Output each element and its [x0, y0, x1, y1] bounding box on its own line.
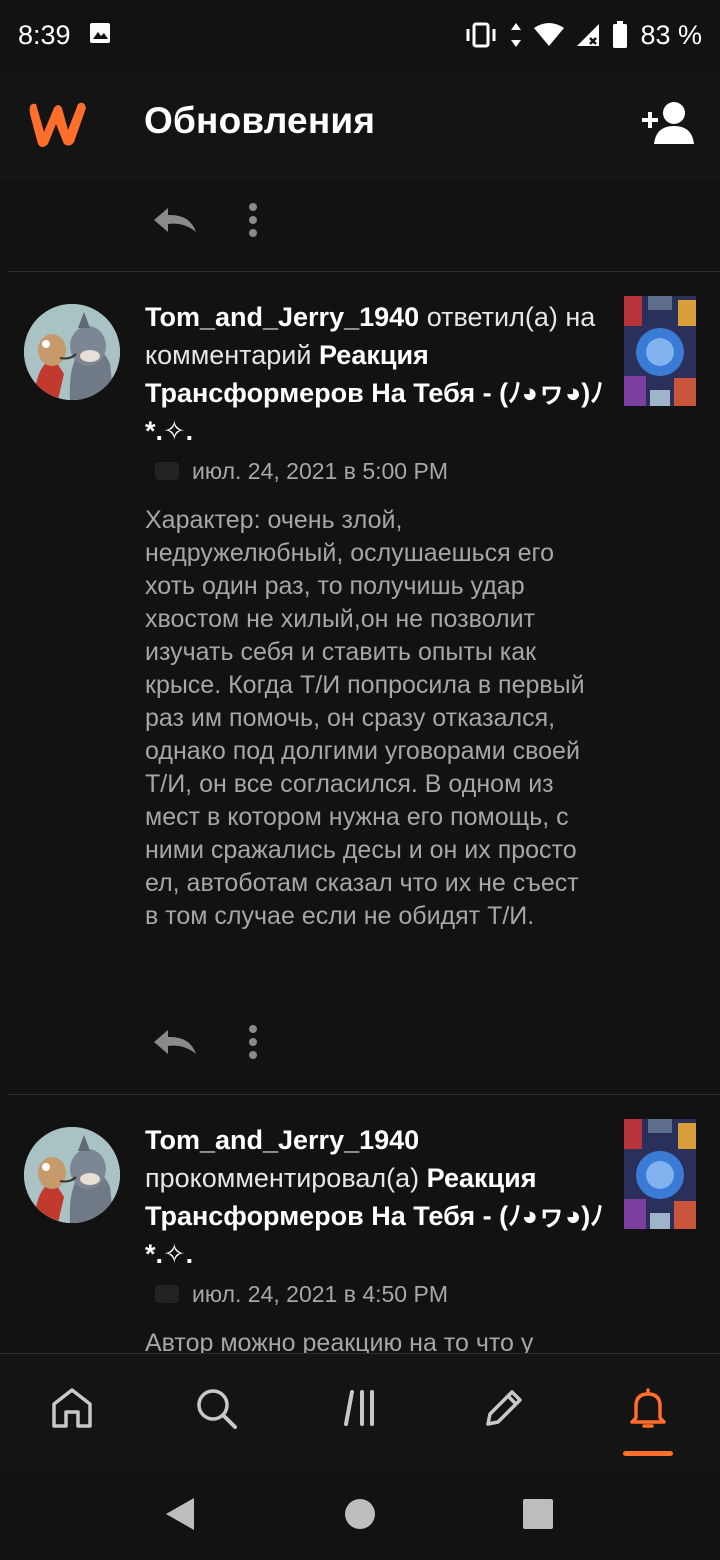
- status-time: 8:39: [18, 19, 71, 50]
- back-icon[interactable]: [160, 1494, 200, 1534]
- comment-bubble-icon: [155, 462, 179, 480]
- timestamp: июл. 24, 2021 в 5:00 PM: [192, 457, 448, 484]
- cell-signal-icon: [576, 23, 600, 47]
- page-title: Обновления: [144, 100, 376, 141]
- username[interactable]: Tom_and_Jerry_1940: [145, 1125, 419, 1155]
- comment-bubble-icon: [155, 1285, 179, 1303]
- story-cover[interactable]: [624, 296, 696, 406]
- write-icon: [486, 1390, 522, 1426]
- screen: 8:39 83 % Обновления Tom_and_Jerry_1940 …: [0, 0, 720, 1560]
- previous-item-actions: [150, 200, 258, 240]
- status-bar: 8:39 83 %: [0, 0, 720, 70]
- username[interactable]: Tom_and_Jerry_1940: [145, 302, 419, 332]
- active-tab-indicator: [623, 1451, 673, 1456]
- app-bar: Обновления: [0, 70, 720, 180]
- search-icon: [197, 1389, 237, 1429]
- avatar[interactable]: [24, 1127, 120, 1223]
- add-friend-icon[interactable]: [640, 100, 696, 146]
- story-cover-image: [624, 1119, 696, 1229]
- reply-icon[interactable]: [150, 204, 198, 236]
- library-icon: [344, 1390, 374, 1426]
- system-navigation-bar: [0, 1470, 720, 1560]
- timestamp-row: июл. 24, 2021 в 4:50 PM: [155, 1279, 448, 1309]
- avatar-image: [24, 304, 120, 400]
- nav-home[interactable]: [48, 1384, 96, 1432]
- bottom-navigation: [0, 1353, 720, 1471]
- nav-library[interactable]: [336, 1384, 384, 1432]
- story-cover-image: [624, 296, 696, 406]
- action-text: прокомментировал(а): [145, 1163, 420, 1193]
- timestamp-row: июл. 24, 2021 в 5:00 PM: [155, 456, 448, 486]
- data-arrows-icon: [510, 22, 522, 48]
- notification-actions: [150, 1022, 258, 1062]
- wattpad-logo-icon[interactable]: [22, 94, 90, 150]
- notifications-icon: [630, 1388, 666, 1428]
- home-circle-icon[interactable]: [340, 1494, 380, 1534]
- notification-item[interactable]: Tom_and_Jerry_1940 ответил(а) на коммент…: [0, 272, 720, 1094]
- recents-icon[interactable]: [518, 1494, 558, 1534]
- notification-item[interactable]: Tom_and_Jerry_1940 прокомментировал(а) Р…: [0, 1095, 720, 1353]
- nav-notifications[interactable]: [624, 1384, 672, 1432]
- vibrate-icon: [464, 22, 498, 48]
- comment-text: Автор можно реакцию на то что у: [145, 1329, 534, 1353]
- avatar[interactable]: [24, 304, 120, 400]
- notification-feed[interactable]: Tom_and_Jerry_1940 ответил(а) на коммент…: [0, 180, 720, 1353]
- avatar-image: [24, 1127, 120, 1223]
- nav-search[interactable]: [192, 1384, 240, 1432]
- more-options-icon[interactable]: [248, 1024, 258, 1060]
- wifi-icon: [534, 23, 565, 47]
- notification-headline[interactable]: Tom_and_Jerry_1940 прокомментировал(а) Р…: [145, 1121, 605, 1273]
- comment-text: Характер: очень злой, недружелюбный, осл…: [145, 506, 585, 930]
- reply-icon[interactable]: [150, 1026, 198, 1058]
- story-cover[interactable]: [624, 1119, 696, 1229]
- notification-headline[interactable]: Tom_and_Jerry_1940 ответил(а) на коммент…: [145, 298, 605, 450]
- gallery-icon: [89, 20, 111, 51]
- timestamp: июл. 24, 2021 в 4:50 PM: [192, 1280, 448, 1307]
- battery-icon: [612, 21, 628, 49]
- more-options-icon[interactable]: [248, 202, 258, 238]
- battery-percent: 83 %: [640, 19, 702, 50]
- nav-write[interactable]: [480, 1384, 528, 1432]
- home-icon: [52, 1388, 92, 1428]
